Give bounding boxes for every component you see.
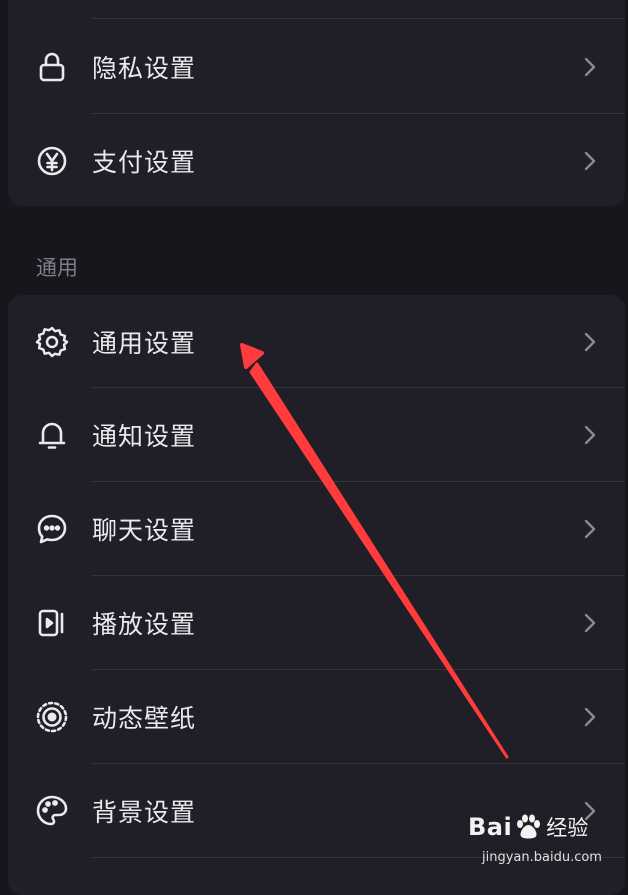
paw-logo-icon — [517, 814, 541, 839]
watermark-brand-right: 经验 — [546, 816, 589, 840]
watermark-brand-left: Bai — [468, 813, 513, 841]
annotation-arrow — [240, 343, 509, 759]
watermark-url: jingyan.baidu.com — [482, 850, 602, 865]
baidu-jingyan-watermark: Bai 经验 jingyan.baidu.com — [468, 812, 618, 874]
